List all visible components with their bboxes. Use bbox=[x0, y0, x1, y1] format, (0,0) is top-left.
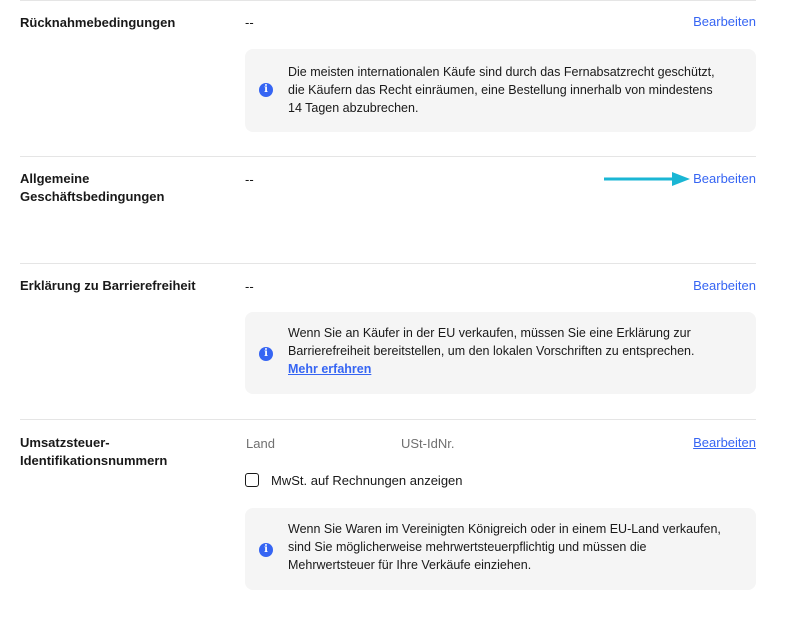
vat-info-box: i Wenn Sie Waren im Vereinigten Königrei… bbox=[245, 508, 756, 590]
accessibility-info-box: i Wenn Sie an Käufer in der EU verkaufen… bbox=[245, 312, 756, 394]
info-line: Wenn Sie an Käufer in der EU verkaufen, … bbox=[288, 326, 691, 340]
accessibility-info-text: Wenn Sie an Käufer in der EU verkaufen, … bbox=[288, 324, 728, 378]
info-line: 14 Tagen abzubrechen. bbox=[288, 101, 419, 115]
vat-edit-link[interactable]: Bearbeiten bbox=[693, 434, 756, 452]
country-column-label: Land bbox=[246, 436, 275, 451]
vat-label-line: Umsatzsteuer- bbox=[20, 435, 110, 450]
vat-label: Umsatzsteuer- Identifikationsnummern bbox=[20, 434, 220, 470]
section-divider bbox=[20, 0, 756, 1]
info-icon: i bbox=[259, 347, 273, 361]
info-line: die Käufern das Recht einräumen, eine Be… bbox=[288, 83, 713, 97]
info-line: Die meisten internationalen Käufe sind d… bbox=[288, 65, 715, 79]
accessibility-edit-link[interactable]: Bearbeiten bbox=[693, 277, 756, 295]
section-divider bbox=[20, 419, 756, 420]
accessibility-value: -- bbox=[245, 279, 254, 294]
learn-more-link[interactable]: Mehr erfahren bbox=[288, 360, 728, 378]
terms-label: Allgemeine Geschäftsbedingungen bbox=[20, 170, 220, 206]
returns-label: Rücknahmebedingungen bbox=[20, 15, 176, 30]
annotation-arrow-icon bbox=[604, 172, 690, 186]
terms-label-line: Geschäftsbedingungen bbox=[20, 189, 165, 204]
info-line: Mehrwertsteuer für Ihre Verkäufe einzieh… bbox=[288, 558, 532, 572]
info-line: Barrierefreiheit bereitstellen, um den l… bbox=[288, 344, 695, 358]
info-line: sind Sie möglicherweise mehrwertsteuerpf… bbox=[288, 540, 647, 554]
accessibility-label: Erklärung zu Barrierefreiheit bbox=[20, 278, 196, 293]
returns-info-text: Die meisten internationalen Käufe sind d… bbox=[288, 63, 728, 117]
vat-id-column-label: USt-IdNr. bbox=[401, 436, 455, 451]
section-divider bbox=[20, 263, 756, 264]
terms-value: -- bbox=[245, 172, 254, 187]
show-vat-on-invoices-checkbox[interactable] bbox=[245, 473, 259, 487]
returns-value: -- bbox=[245, 15, 254, 30]
returns-edit-link[interactable]: Bearbeiten bbox=[693, 13, 756, 31]
info-line: Wenn Sie Waren im Vereinigten Königreich… bbox=[288, 522, 721, 536]
show-vat-on-invoices-label[interactable]: MwSt. auf Rechnungen anzeigen bbox=[271, 472, 463, 490]
vat-info-text: Wenn Sie Waren im Vereinigten Königreich… bbox=[288, 520, 728, 574]
terms-label-line: Allgemeine bbox=[20, 171, 90, 186]
terms-edit-link[interactable]: Bearbeiten bbox=[693, 170, 756, 188]
info-icon: i bbox=[259, 543, 273, 557]
info-icon: i bbox=[259, 83, 273, 97]
vat-label-line: Identifikationsnummern bbox=[20, 453, 168, 468]
returns-info-box: i Die meisten internationalen Käufe sind… bbox=[245, 49, 756, 132]
section-divider bbox=[20, 156, 756, 157]
